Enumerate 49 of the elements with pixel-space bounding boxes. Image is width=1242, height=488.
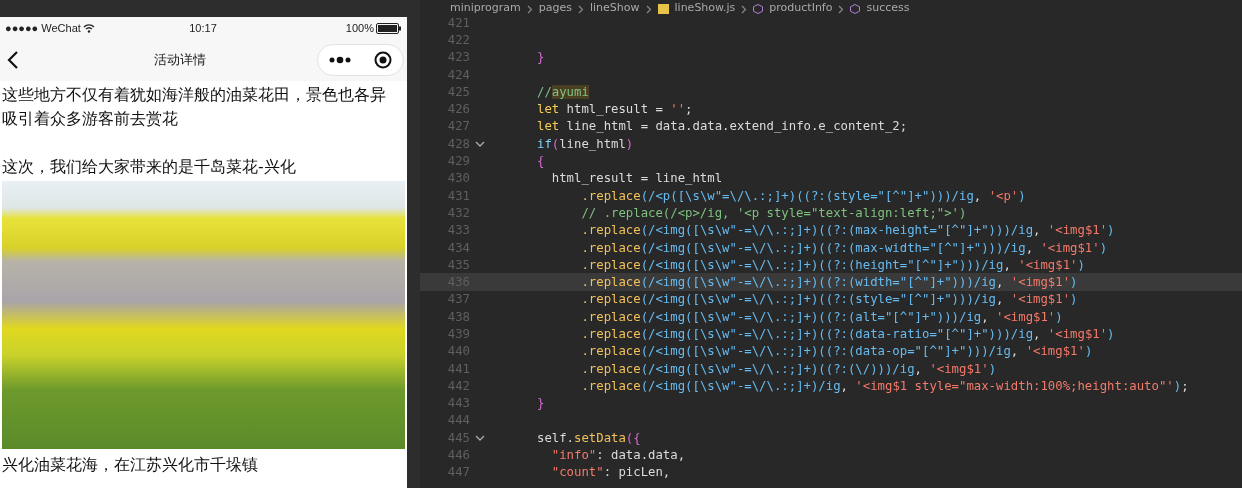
breadcrumb-item[interactable]: miniprogram [450,1,521,14]
clock: 10:17 [189,22,217,34]
chevron-icon [645,5,652,14]
close-target-icon[interactable] [373,51,392,69]
breadcrumb-item[interactable]: lineShow.js [674,1,736,14]
chevron-icon [838,5,845,14]
carrier-label: ●●●●● WeChat [5,22,81,34]
code-line: .replace(/<img([\s\w"-=\/\.:;]+)((?:(data-op="[^"]+")))/ig, '<img$1') [580,344,1093,359]
code-line: .replace(/<img([\s\w"-=\/\.:;]+)((?:(width="[^"]+")))/ig, '<img$1') [580,275,1078,290]
battery-icon [376,22,401,34]
breadcrumb-item[interactable]: productInfo [769,1,833,14]
code-line: .replace(/<img([\s\w"-=\/\.:;]+)((?:(\/)))/ig, '<img$1') [580,361,997,376]
page-title: 活动详情 [152,51,207,69]
code-line: let line_html = data.data.extend_info.e_content_2; [537,119,908,134]
code-line: let html_result = ''; [537,102,693,117]
breadcrumb-item[interactable]: lineShow [590,1,640,14]
breadcrumb-item[interactable]: success [866,1,910,14]
code-line: self.setData({ [537,430,641,445]
paragraph: 这些地方不仅有着犹如海洋般的油菜花田，景色也各异吸引着众多游客前去赏花 [1,84,387,130]
code-line: } [537,50,545,65]
paragraph: 这次，我们给大家带来的是千岛菜花-兴化 [1,156,297,178]
cube-icon [753,4,764,14]
code-line: //ayumi [537,84,589,99]
paragraph: 兴化油菜花海，在江苏兴化市千垛镇 [1,454,259,476]
breadcrumb-item[interactable]: pages [538,1,572,14]
more-icon[interactable] [329,56,352,64]
code-line: if(line_html) [537,136,634,151]
code-line: .replace(/<img([\s\w"-=\/\.:;]+)/ig, '<img$1 style="max-width:100%;height:auto"'); [580,378,1189,393]
chevron-icon [526,5,533,14]
code-line: .replace(/<img([\s\w"-=\/\.:;]+)((?:(height="[^"]+")))/ig, '<img$1') [580,257,1085,272]
code-line: // .replace(/<p>/ig, '<p style="text-align:left;">') [580,205,967,220]
code-line: "count": picLen, [550,465,671,480]
code-line: "info": data.data, [550,448,686,463]
chevron-icon [741,5,748,14]
code-line: .replace(/<img([\s\w"-=\/\.:;]+)((?:(data-ratio="[^"]+")))/ig, '<img$1') [580,327,1115,341]
wifi-icon [82,23,95,33]
js-file-icon [657,4,669,14]
code-line: .replace(/<img([\s\w"-=\/\.:;]+)((?:(style="[^"]+")))/ig, '<img$1') [580,292,1078,307]
cube-icon [850,4,861,14]
code-line: { [537,154,545,168]
battery-percent: 100% [345,22,374,34]
back-icon[interactable] [6,50,20,70]
code-line: .replace(/<img([\s\w"-=\/\.:;]+)((?:(alt="[^"]+")))/ig, '<img$1') [580,309,1063,324]
code-line: html_result = line_html [550,171,723,186]
code-line: .replace(/<p([\s\w"=\/\.:;]+)((?:(style="[^"]+")))/ig, '<p') [580,188,1026,203]
code-line: .replace(/<img([\s\w"-=\/\.:;]+)((?:(max-width="[^"]+")))/ig, '<img$1') [580,240,1108,255]
code-line: } [537,396,545,411]
code-line: .replace(/<img([\s\w"-=\/\.:;]+)((?:(max-height="[^"]+")))/ig, '<img$1') [580,223,1115,238]
chevron-icon [578,5,584,14]
